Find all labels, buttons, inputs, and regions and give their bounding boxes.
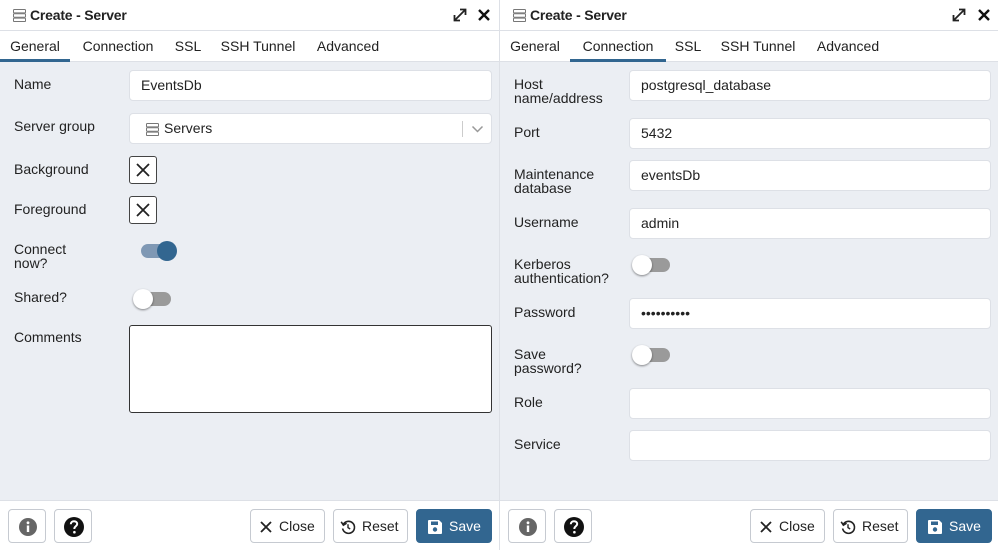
info-button[interactable] (8, 509, 46, 543)
help-button[interactable] (554, 509, 592, 543)
password-input[interactable]: •••••••••• (629, 298, 991, 329)
dialog-connection: Create - Server General Connection SSL S… (499, 0, 998, 550)
tab-ssh-tunnel[interactable]: SSH Tunnel (210, 31, 306, 62)
dialog-general: Create - Server General Connection SSL S… (0, 0, 499, 550)
host-input[interactable]: postgresql_database (629, 70, 991, 101)
save-button[interactable]: Save (916, 509, 992, 543)
tab-general[interactable]: General (500, 31, 570, 62)
maintenance-db-label: Maintenance (514, 166, 595, 182)
form-connection: Host name/address postgresql_database Po… (500, 62, 998, 500)
save-password-toggle[interactable] (632, 344, 672, 366)
floppy-icon (428, 520, 442, 534)
dialog-footer: Close Reset Save (0, 500, 499, 550)
maintenance-db-label-line2: database (514, 180, 572, 196)
save-button-label: Save (449, 518, 481, 534)
close-button-label: Close (279, 518, 315, 534)
kerberos-label: Kerberos (514, 256, 571, 272)
connect-now-label: Connect (14, 241, 67, 257)
comments-label: Comments (14, 329, 82, 345)
connect-now-label-line2: now? (14, 255, 48, 271)
username-label: Username (514, 214, 579, 230)
tab-advanced[interactable]: Advanced (806, 31, 890, 62)
service-label: Service (514, 436, 561, 452)
role-label: Role (514, 394, 543, 410)
host-label-line2: name/address (514, 90, 603, 106)
save-password-label: Save (514, 346, 546, 362)
tab-ssl[interactable]: SSL (666, 31, 710, 62)
reset-icon (840, 520, 856, 535)
background-color-picker[interactable] (129, 156, 157, 184)
tab-advanced[interactable]: Advanced (306, 31, 390, 62)
close-icon (760, 521, 772, 533)
tab-connection[interactable]: Connection (570, 31, 666, 62)
connect-now-toggle[interactable] (137, 240, 177, 262)
comments-textarea[interactable] (129, 325, 492, 413)
tab-ssl[interactable]: SSL (166, 31, 210, 62)
select-separator (462, 121, 463, 137)
expand-icon[interactable] (452, 7, 468, 23)
role-input[interactable] (629, 388, 991, 419)
foreground-color-picker[interactable] (129, 196, 157, 224)
reset-icon (340, 520, 356, 535)
dialog-title: Create - Server (30, 7, 127, 23)
chevron-down-icon[interactable] (471, 125, 484, 134)
help-button[interactable] (54, 509, 92, 543)
clear-color-icon (136, 163, 150, 177)
reset-button[interactable]: Reset (833, 509, 908, 543)
expand-icon[interactable] (951, 7, 967, 23)
info-icon (19, 518, 37, 536)
server-group-select[interactable]: Servers (129, 113, 492, 144)
clear-color-icon (136, 203, 150, 217)
tab-bar: General Connection SSL SSH Tunnel Advanc… (0, 31, 499, 62)
reset-button-label: Reset (362, 518, 399, 534)
dialog-titlebar[interactable]: Create - Server (500, 0, 998, 31)
foreground-label: Foreground (14, 201, 87, 217)
info-button[interactable] (508, 509, 546, 543)
floppy-icon (928, 520, 942, 534)
port-label: Port (514, 124, 540, 140)
tab-general[interactable]: General (0, 31, 70, 62)
save-button-label: Save (949, 518, 981, 534)
password-label: Password (514, 304, 576, 320)
info-icon (519, 518, 537, 536)
server-group-label: Server group (14, 118, 95, 134)
kerberos-toggle[interactable] (632, 254, 672, 276)
help-icon (564, 517, 584, 537)
server-icon (513, 9, 526, 22)
dialog-footer: Close Reset Save (500, 500, 998, 550)
dialog-title: Create - Server (530, 7, 627, 23)
dialog-titlebar[interactable]: Create - Server (0, 0, 499, 31)
background-label: Background (14, 161, 89, 177)
server-icon (146, 123, 159, 136)
reset-button[interactable]: Reset (333, 509, 408, 543)
form-general: Name EventsDb Server group Servers Backg… (0, 62, 499, 500)
close-button[interactable]: Close (750, 509, 825, 543)
name-label: Name (14, 76, 52, 92)
maintenance-db-input[interactable]: eventsDb (629, 160, 991, 191)
close-button-label: Close (779, 518, 815, 534)
tab-connection[interactable]: Connection (70, 31, 166, 62)
username-input[interactable]: admin (629, 208, 991, 239)
close-icon (260, 521, 272, 533)
tab-ssh-tunnel[interactable]: SSH Tunnel (710, 31, 806, 62)
tab-bar: General Connection SSL SSH Tunnel Advanc… (500, 31, 998, 62)
help-icon (64, 517, 84, 537)
server-group-value: Servers (164, 120, 213, 136)
save-password-label-line2: password? (514, 360, 582, 376)
save-button[interactable]: Save (416, 509, 492, 543)
host-label: Host (514, 76, 543, 92)
shared-label: Shared? (14, 289, 67, 305)
kerberos-label-line2: authentication? (514, 270, 609, 286)
close-icon[interactable] (476, 7, 492, 23)
reset-button-label: Reset (862, 518, 899, 534)
close-icon[interactable] (976, 7, 992, 23)
close-button[interactable]: Close (250, 509, 325, 543)
shared-toggle[interactable] (133, 288, 173, 310)
server-icon (13, 9, 26, 22)
service-input[interactable] (629, 430, 991, 461)
port-input[interactable]: 5432 (629, 118, 991, 149)
name-input[interactable]: EventsDb (129, 70, 492, 101)
